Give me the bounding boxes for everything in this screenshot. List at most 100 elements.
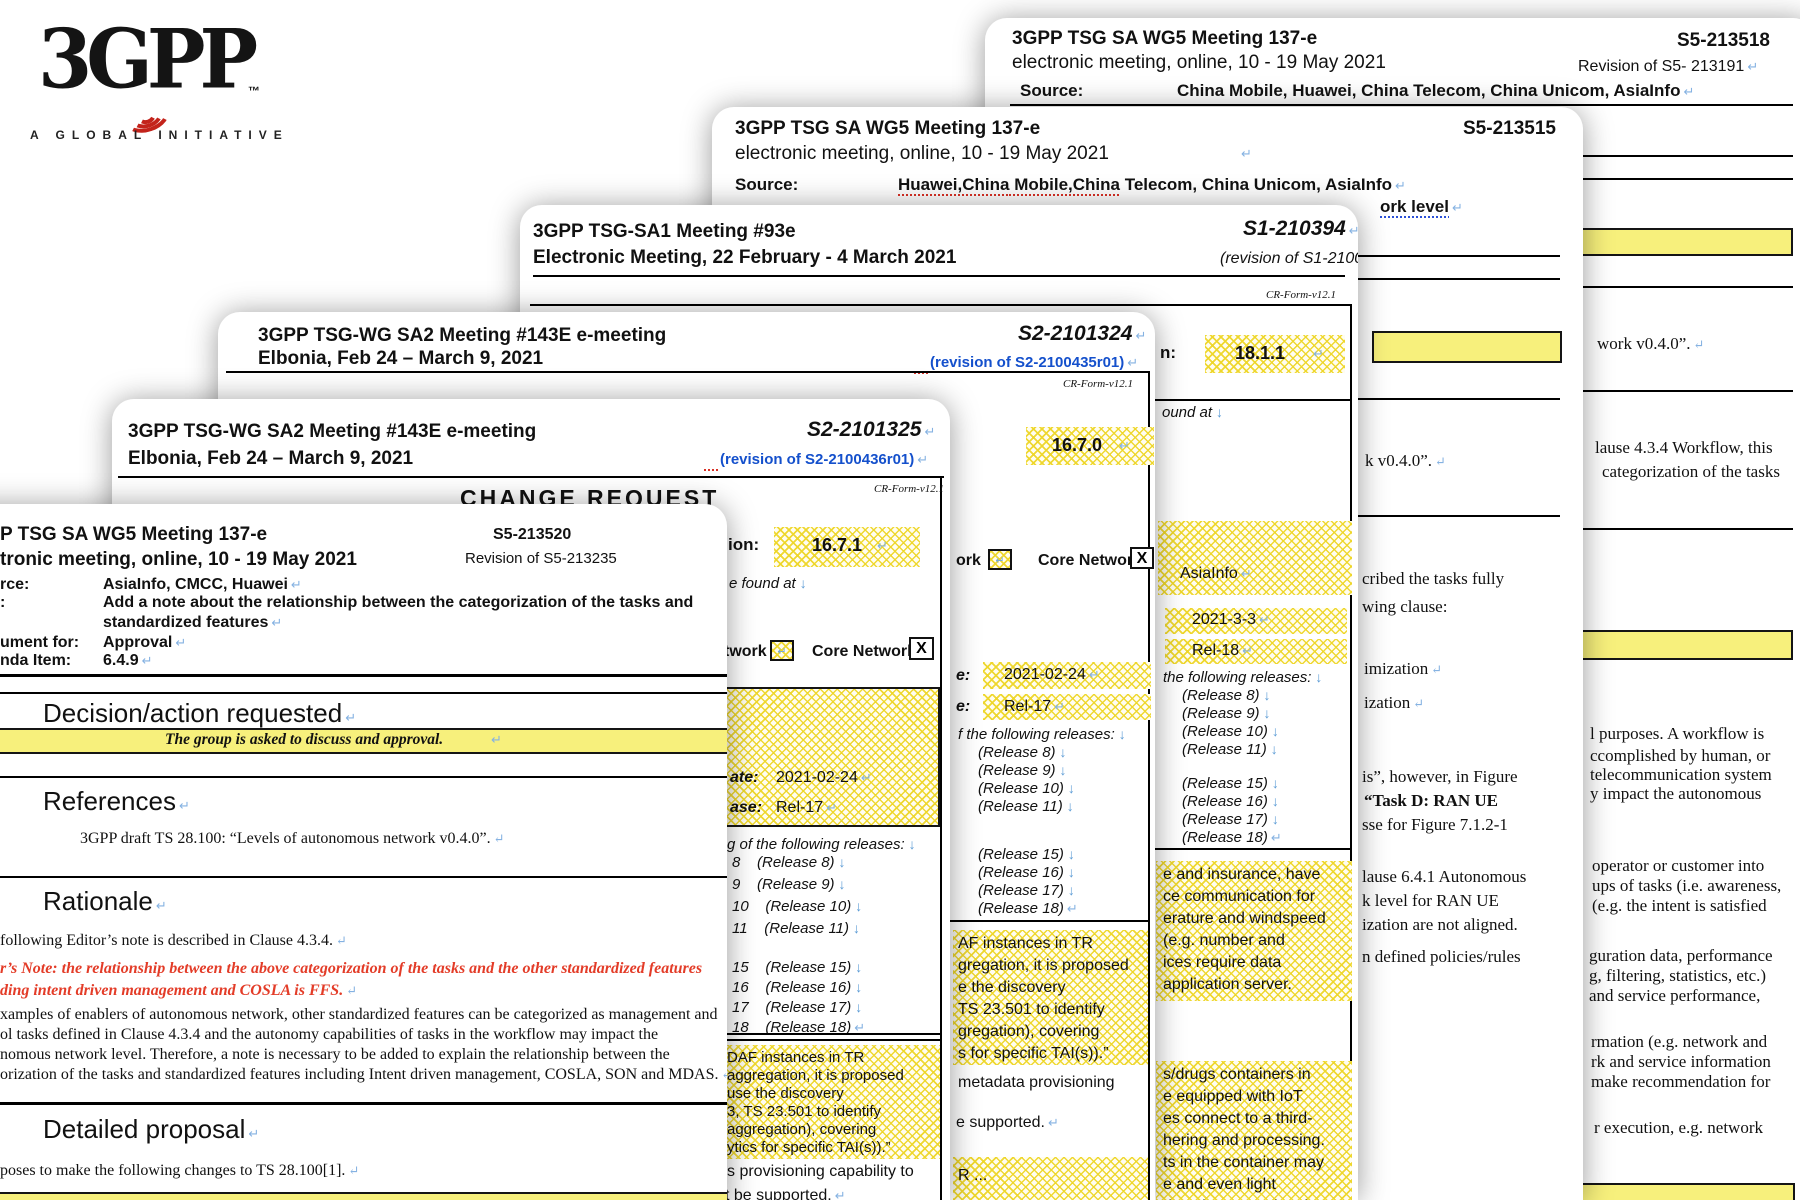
body-fragment: t be supported. [725, 1187, 846, 1200]
agenda-item-value: 18.1.1 [1235, 343, 1285, 364]
meeting-session: electronic meeting, online, 10 - 19 May … [1012, 52, 1386, 74]
highlight-bar [0, 1192, 727, 1200]
core-network-label: Core Network [812, 643, 916, 661]
cr-form-label: CR-Form-v12.1 [1266, 289, 1336, 301]
proposal-fragment: 3, TS 23.501 to identify [727, 1103, 881, 1120]
title-value: standardized features [103, 614, 282, 632]
body-fragment: R ... [958, 1167, 987, 1185]
usecase-fragment: hering and processing. [1163, 1132, 1325, 1150]
divider [1010, 104, 1793, 106]
usecase-fragment: application server. [1163, 976, 1292, 994]
body-fragment: s provisioning capability to [727, 1163, 914, 1181]
revision-line: Revision of S5-213235 [465, 550, 617, 567]
pilcrow-icon [1238, 145, 1252, 163]
divider [533, 275, 1345, 277]
release-item: 17 (Release 17) [732, 999, 862, 1016]
revision-line: (revision of S1-210039) [1220, 250, 1358, 268]
table-border [1148, 371, 1150, 1200]
found-at-fragment: ound at [1162, 404, 1223, 421]
body-fragment: y impact the autonomous [1590, 784, 1761, 804]
proposal-fragment: s for specific TAI(s)).” [958, 1045, 1109, 1063]
release-item: (Release 8) [1182, 687, 1271, 704]
body-fragment: guration data, performance [1589, 946, 1773, 966]
title-label-fragment: : [0, 594, 5, 612]
release-value: Rel-17 [776, 799, 837, 817]
usecase-fragment: e and even light [1163, 1176, 1276, 1194]
meeting-session: Elbonia, Feb 24 – March 9, 2021 [258, 348, 543, 370]
meeting-title-fragment: P TSG SA WG5 Meeting 137-e [0, 524, 267, 546]
3gpp-logo: 3GPP ™ A GLOBAL INITIATIVE [30, 6, 290, 156]
title-tail-fragment: ork level [1380, 197, 1463, 217]
3gpp-logo-text: 3GPP [38, 12, 252, 108]
release-item: 15 (Release 15) [732, 959, 862, 976]
table-border [226, 371, 1148, 373]
pilcrow-icon [488, 731, 502, 749]
release-item: 8 (Release 8) [732, 854, 846, 871]
doc-number: S2-2101325 [807, 418, 935, 442]
body-fragment: ization are not aligned. [1362, 915, 1518, 935]
body-fragment: is”, however, in Figure [1362, 767, 1518, 787]
version-value: 16.7.0 [1052, 435, 1102, 456]
body-fragment: lause 6.4.1 Autonomous [1362, 867, 1526, 887]
proposal-fragment: e the discovery [958, 979, 1066, 997]
pilcrow-icon [1310, 345, 1324, 363]
source-label: Source: [1020, 81, 1083, 101]
date-label-fragment: ate: [730, 769, 758, 787]
reference-text: 3GPP draft TS 28.100: “Levels of autonom… [80, 830, 505, 848]
checkbox-checked[interactable]: X [909, 637, 934, 660]
meeting-title: 3GPP TSG SA WG5 Meeting 137-e [1012, 28, 1317, 50]
release-item: (Release 16) [978, 864, 1075, 881]
rationale-body: nomous network level. Therefore, a note … [0, 1046, 670, 1064]
source-value: AsiaInfo, CMCC, Huawei [103, 576, 302, 594]
release-value: Rel-18 [1192, 642, 1253, 660]
source-value: Huawei,China Mobile,China Telecom, China… [898, 175, 1406, 195]
usecase-fragment: erature and windspeed [1163, 910, 1326, 928]
checkbox-highlighted[interactable] [988, 549, 1012, 570]
document-card-s5-213520[interactable]: P TSG SA WG5 Meeting 137-e tronic meetin… [0, 504, 727, 1200]
body-fragment: operator or customer into [1592, 856, 1764, 876]
editors-note: r’s Note: the relationship between the a… [0, 960, 702, 978]
agenda-value: 6.4.9 [103, 652, 153, 670]
revision-line: (revision of S2-2100436r01) [720, 451, 928, 468]
found-at-fragment: e found at [729, 575, 807, 592]
source-label-fragment: rce: [0, 576, 29, 594]
date-label-fragment: e: [956, 667, 970, 685]
release-item: 10 (Release 10) [732, 898, 862, 915]
checkbox-checked[interactable]: X [1130, 547, 1154, 569]
rationale-intro: following Editor’s note is described in … [0, 932, 347, 950]
highlight-bar [1372, 331, 1562, 363]
source-part: Mobile,China [1009, 175, 1120, 194]
usecase-fragment: s/drugs containers in [1163, 1066, 1311, 1084]
proposal-fragment: use the discovery [727, 1085, 844, 1102]
usecase-fragment: e and insurance, have [1163, 866, 1320, 884]
logo-tagline: A GLOBAL INITIATIVE [30, 128, 289, 142]
release-item: (Release 9) [1182, 705, 1271, 722]
proposal-fragment: DAF instances in TR [727, 1049, 864, 1066]
meeting-title: 3GPP TSG-WG SA2 Meeting #143E e-meeting [128, 421, 536, 443]
releases-intro: g of the following releases: [727, 836, 916, 853]
title-tail-text: ork level [1380, 197, 1449, 216]
release-item: (Release 17) [1182, 811, 1279, 828]
release-item: (Release 17) [978, 882, 1075, 899]
release-item: 16 (Release 16) [732, 979, 862, 996]
cr-form-label: CR-Form-v12.1 [874, 483, 944, 495]
body-fragment: r execution, e.g. network [1594, 1118, 1763, 1138]
body-fragment: e supported. [956, 1114, 1059, 1132]
body-fragment: n defined policies/rules [1362, 947, 1521, 967]
doc-number: S2-2101324 [1018, 322, 1146, 346]
doc-number: S5-213520 [493, 526, 571, 544]
body-fragment: make recommendation for [1591, 1072, 1770, 1092]
release-item: (Release 11) [978, 798, 1074, 815]
usecase-fragment: (e.g. number and [1163, 932, 1285, 950]
body-fragment: k level for RAN UE [1362, 891, 1499, 911]
proposal-fragment: aggregation), covering [727, 1121, 876, 1138]
rationale-body: xamples of enablers of autonomous networ… [0, 1006, 718, 1024]
rationale-body: orization of the tasks and standardized … [0, 1066, 727, 1084]
rationale-fragment: categorization of the tasks [1602, 462, 1780, 482]
checkbox-highlighted[interactable] [770, 640, 794, 661]
release-value: Rel-17 [1004, 698, 1065, 716]
decision-text: The group is asked to discuss and approv… [165, 731, 443, 749]
body-fragment: l purposes. A workflow is [1590, 724, 1764, 744]
table-border [118, 476, 944, 478]
meeting-session: Electronic Meeting, 22 February - 4 Marc… [533, 247, 956, 269]
